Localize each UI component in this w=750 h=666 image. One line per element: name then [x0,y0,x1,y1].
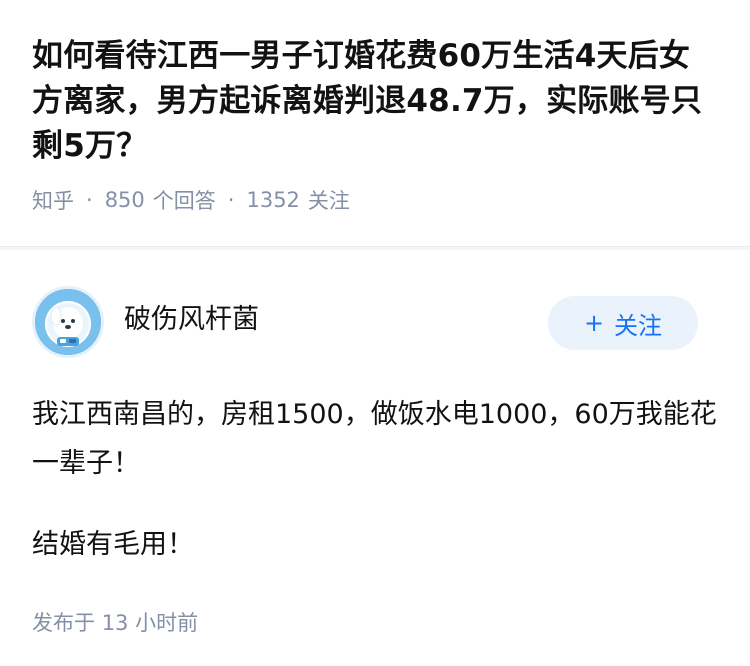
answer-paragraph: 结婚有毛用！ [32,529,194,560]
question-header: 如何看待江西一男子订婚花费60万生活4天后女方离家，男方起诉离婚判退48.7万，… [0,0,750,246]
follower-count-label[interactable]: 关注 [308,185,350,215]
answer-card: 破伤风杆菌 + 关注 我江西南昌的，房租1500，做饭水电1000，60万我能花… [0,250,750,637]
author-name[interactable]: 破伤风杆菌 [124,297,259,336]
follow-button-label: 关注 [614,311,663,340]
answer-content[interactable]: 我江西南昌的，房租1500，做饭水电1000，60万我能花一辈子！ 结婚有毛用！ [32,390,718,569]
question-meta: 知乎 · 850 个回答 · 1352 关注 [32,185,718,215]
dog-astronaut-icon [35,289,101,355]
separator-dot-icon: · [227,188,235,212]
follower-count: 1352 [246,188,300,212]
published-time-value: 13 小时前 [101,611,199,635]
separator-dot-icon: · [86,188,93,212]
published-label: 发布于 [32,611,95,635]
source-label[interactable]: 知乎 [32,185,74,215]
answer-paragraph: 我江西南昌的，房租1500，做饭水电1000，60万我能花一辈子！ [32,399,717,479]
avatar[interactable] [32,286,104,358]
plus-icon: + [583,309,605,337]
follow-button[interactable]: + 关注 [548,296,698,350]
question-title[interactable]: 如何看待江西一男子订婚花费60万生活4天后女方离家，男方起诉离婚判退48.7万，… [32,34,718,169]
answer-count-label[interactable]: 个回答 [153,185,216,215]
published-time: 发布于 13 小时前 [32,607,718,637]
answer-count: 850 [104,188,145,212]
